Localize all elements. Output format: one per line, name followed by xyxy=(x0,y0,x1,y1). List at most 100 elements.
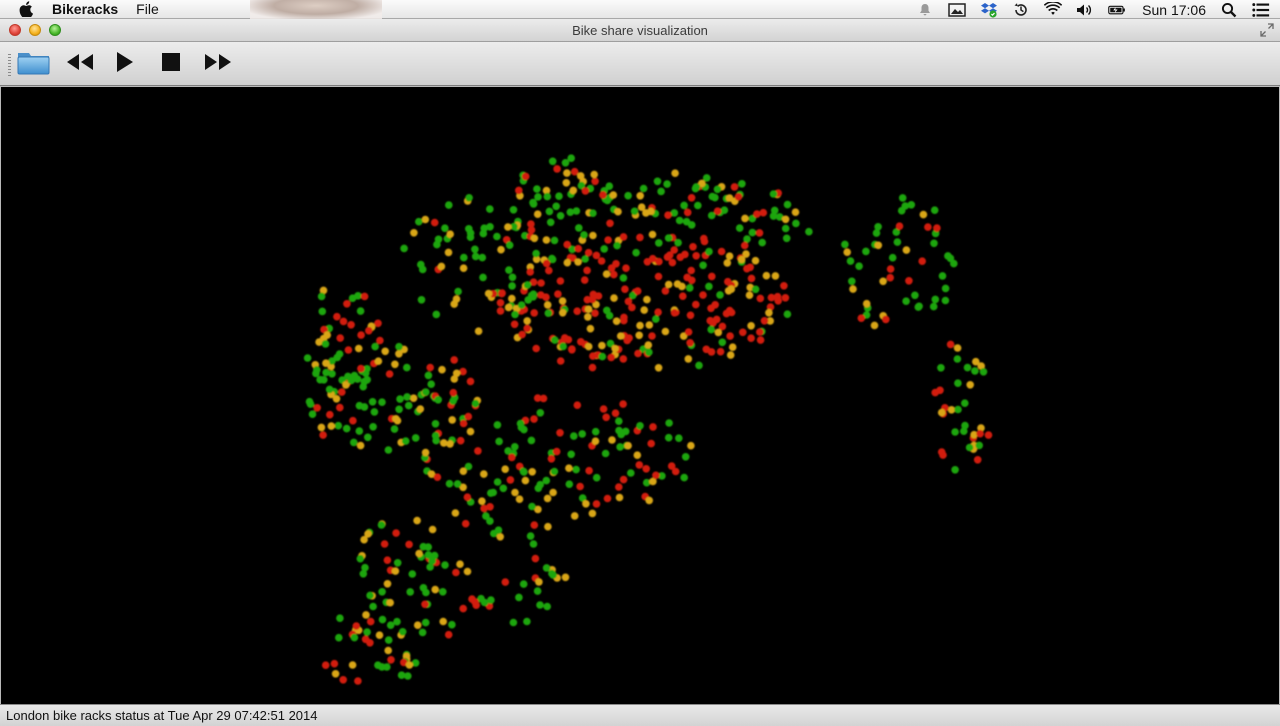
spotlight-search-icon[interactable] xyxy=(1220,2,1238,18)
apple-menu-icon[interactable] xyxy=(0,1,52,17)
bike-rack-dot xyxy=(366,639,374,647)
bike-rack-dot xyxy=(783,310,792,318)
bike-rack-dot xyxy=(848,277,856,286)
bike-rack-dot xyxy=(515,593,523,602)
bike-rack-dot xyxy=(580,231,588,239)
bike-rack-dot xyxy=(774,297,782,305)
bike-rack-dot xyxy=(333,312,341,321)
bike-rack-dot xyxy=(526,532,535,540)
bike-rack-dot xyxy=(805,227,813,236)
bike-rack-dot xyxy=(951,428,959,436)
bike-rack-dot xyxy=(642,465,650,473)
volume-icon[interactable] xyxy=(1076,2,1094,18)
bike-rack-dot xyxy=(366,617,375,626)
bike-rack-dot xyxy=(636,192,644,200)
bike-rack-dot xyxy=(344,346,353,354)
bike-rack-dot xyxy=(523,317,531,325)
folder-icon xyxy=(17,49,50,80)
bike-rack-dot xyxy=(738,180,746,188)
time-machine-icon[interactable] xyxy=(1012,2,1030,18)
bike-rack-dot xyxy=(415,217,423,226)
bike-rack-dot xyxy=(403,393,411,401)
bike-rack-dot xyxy=(504,303,513,312)
bike-rack-dot xyxy=(327,422,336,430)
notification-center-icon[interactable] xyxy=(1252,2,1270,18)
bike-rack-dot xyxy=(574,244,583,253)
bike-rack-dot xyxy=(508,273,517,282)
bike-rack-dot xyxy=(321,661,330,669)
bike-rack-dot xyxy=(383,580,392,588)
open-folder-button[interactable] xyxy=(16,50,50,78)
notification-icon[interactable] xyxy=(916,2,934,18)
app-name-menu[interactable]: Bikeracks xyxy=(52,1,118,17)
bike-rack-dot xyxy=(888,253,897,262)
bike-rack-dot xyxy=(664,234,673,242)
bike-rack-dot xyxy=(545,266,553,275)
bike-rack-dot xyxy=(371,342,379,351)
bike-rack-dot xyxy=(718,322,727,331)
bike-rack-dot xyxy=(700,237,709,246)
bike-rack-dot xyxy=(533,185,541,193)
bike-rack-dot xyxy=(930,206,939,214)
bike-rack-dot xyxy=(354,677,362,685)
window-titlebar[interactable]: Bike share visualization xyxy=(0,19,1280,42)
bike-rack-dot xyxy=(511,310,519,319)
battery-icon[interactable] xyxy=(1108,2,1126,18)
bike-rack-dot xyxy=(521,172,530,181)
bike-rack-dot xyxy=(509,618,518,627)
bike-rack-dot xyxy=(886,265,895,273)
rewind-button[interactable] xyxy=(64,50,96,78)
bike-rack-dot xyxy=(614,207,622,216)
bike-rack-dot xyxy=(330,659,339,668)
bike-rack-dot xyxy=(615,483,623,491)
bike-rack-dot xyxy=(480,504,488,513)
bike-rack-dot xyxy=(760,317,769,325)
bike-rack-dot xyxy=(490,529,498,538)
bike-rack-dot xyxy=(356,554,365,563)
dropbox-icon[interactable] xyxy=(980,2,998,18)
bike-rack-dot xyxy=(426,563,434,571)
bike-rack-dot xyxy=(606,219,614,228)
bike-rack-dot xyxy=(758,238,766,247)
bike-rack-dot xyxy=(496,299,505,307)
bike-rack-dot xyxy=(637,203,646,211)
toolbar-grip[interactable] xyxy=(8,54,11,76)
bike-rack-dot xyxy=(495,437,503,446)
bike-rack-dot xyxy=(966,381,974,389)
bike-rack-dot xyxy=(433,473,442,482)
bike-rack-dot xyxy=(612,317,621,325)
wifi-icon[interactable] xyxy=(1044,2,1063,18)
bike-rack-dot xyxy=(431,420,440,428)
bike-rack-dot xyxy=(946,254,955,263)
bike-rack-dot xyxy=(508,453,516,462)
play-button[interactable] xyxy=(112,50,138,78)
bike-rack-dot xyxy=(572,207,581,215)
bike-rack-map[interactable] xyxy=(1,87,1279,704)
bike-rack-dot xyxy=(357,364,365,373)
bike-rack-dot xyxy=(730,183,739,191)
bike-rack-dot xyxy=(542,564,551,572)
bike-rack-dot xyxy=(668,258,677,267)
bike-rack-dot xyxy=(783,200,792,209)
fullscreen-icon[interactable] xyxy=(1260,23,1274,37)
fast-forward-button[interactable] xyxy=(202,50,234,78)
bike-rack-dot xyxy=(619,355,628,363)
file-menu[interactable]: File xyxy=(136,1,159,17)
display-icon[interactable] xyxy=(948,2,966,18)
status-text: London bike racks status at Tue Apr 29 0… xyxy=(6,708,318,723)
bike-rack-dot xyxy=(747,322,755,330)
bike-rack-dot xyxy=(521,476,530,485)
bike-rack-dot xyxy=(411,434,420,442)
menubar-clock[interactable]: Sun 17:06 xyxy=(1142,2,1206,18)
bike-rack-dot xyxy=(339,317,348,326)
bike-rack-dot xyxy=(344,372,352,381)
bike-rack-dot xyxy=(681,250,689,259)
stop-button[interactable] xyxy=(158,50,184,78)
bike-rack-dot xyxy=(384,446,393,454)
bike-rack-dot xyxy=(347,321,355,329)
bike-rack-dot xyxy=(527,226,536,234)
bike-rack-dot xyxy=(707,325,715,334)
bike-rack-dot xyxy=(647,439,655,448)
bike-rack-dot xyxy=(466,233,475,241)
bike-rack-dot xyxy=(542,259,551,268)
